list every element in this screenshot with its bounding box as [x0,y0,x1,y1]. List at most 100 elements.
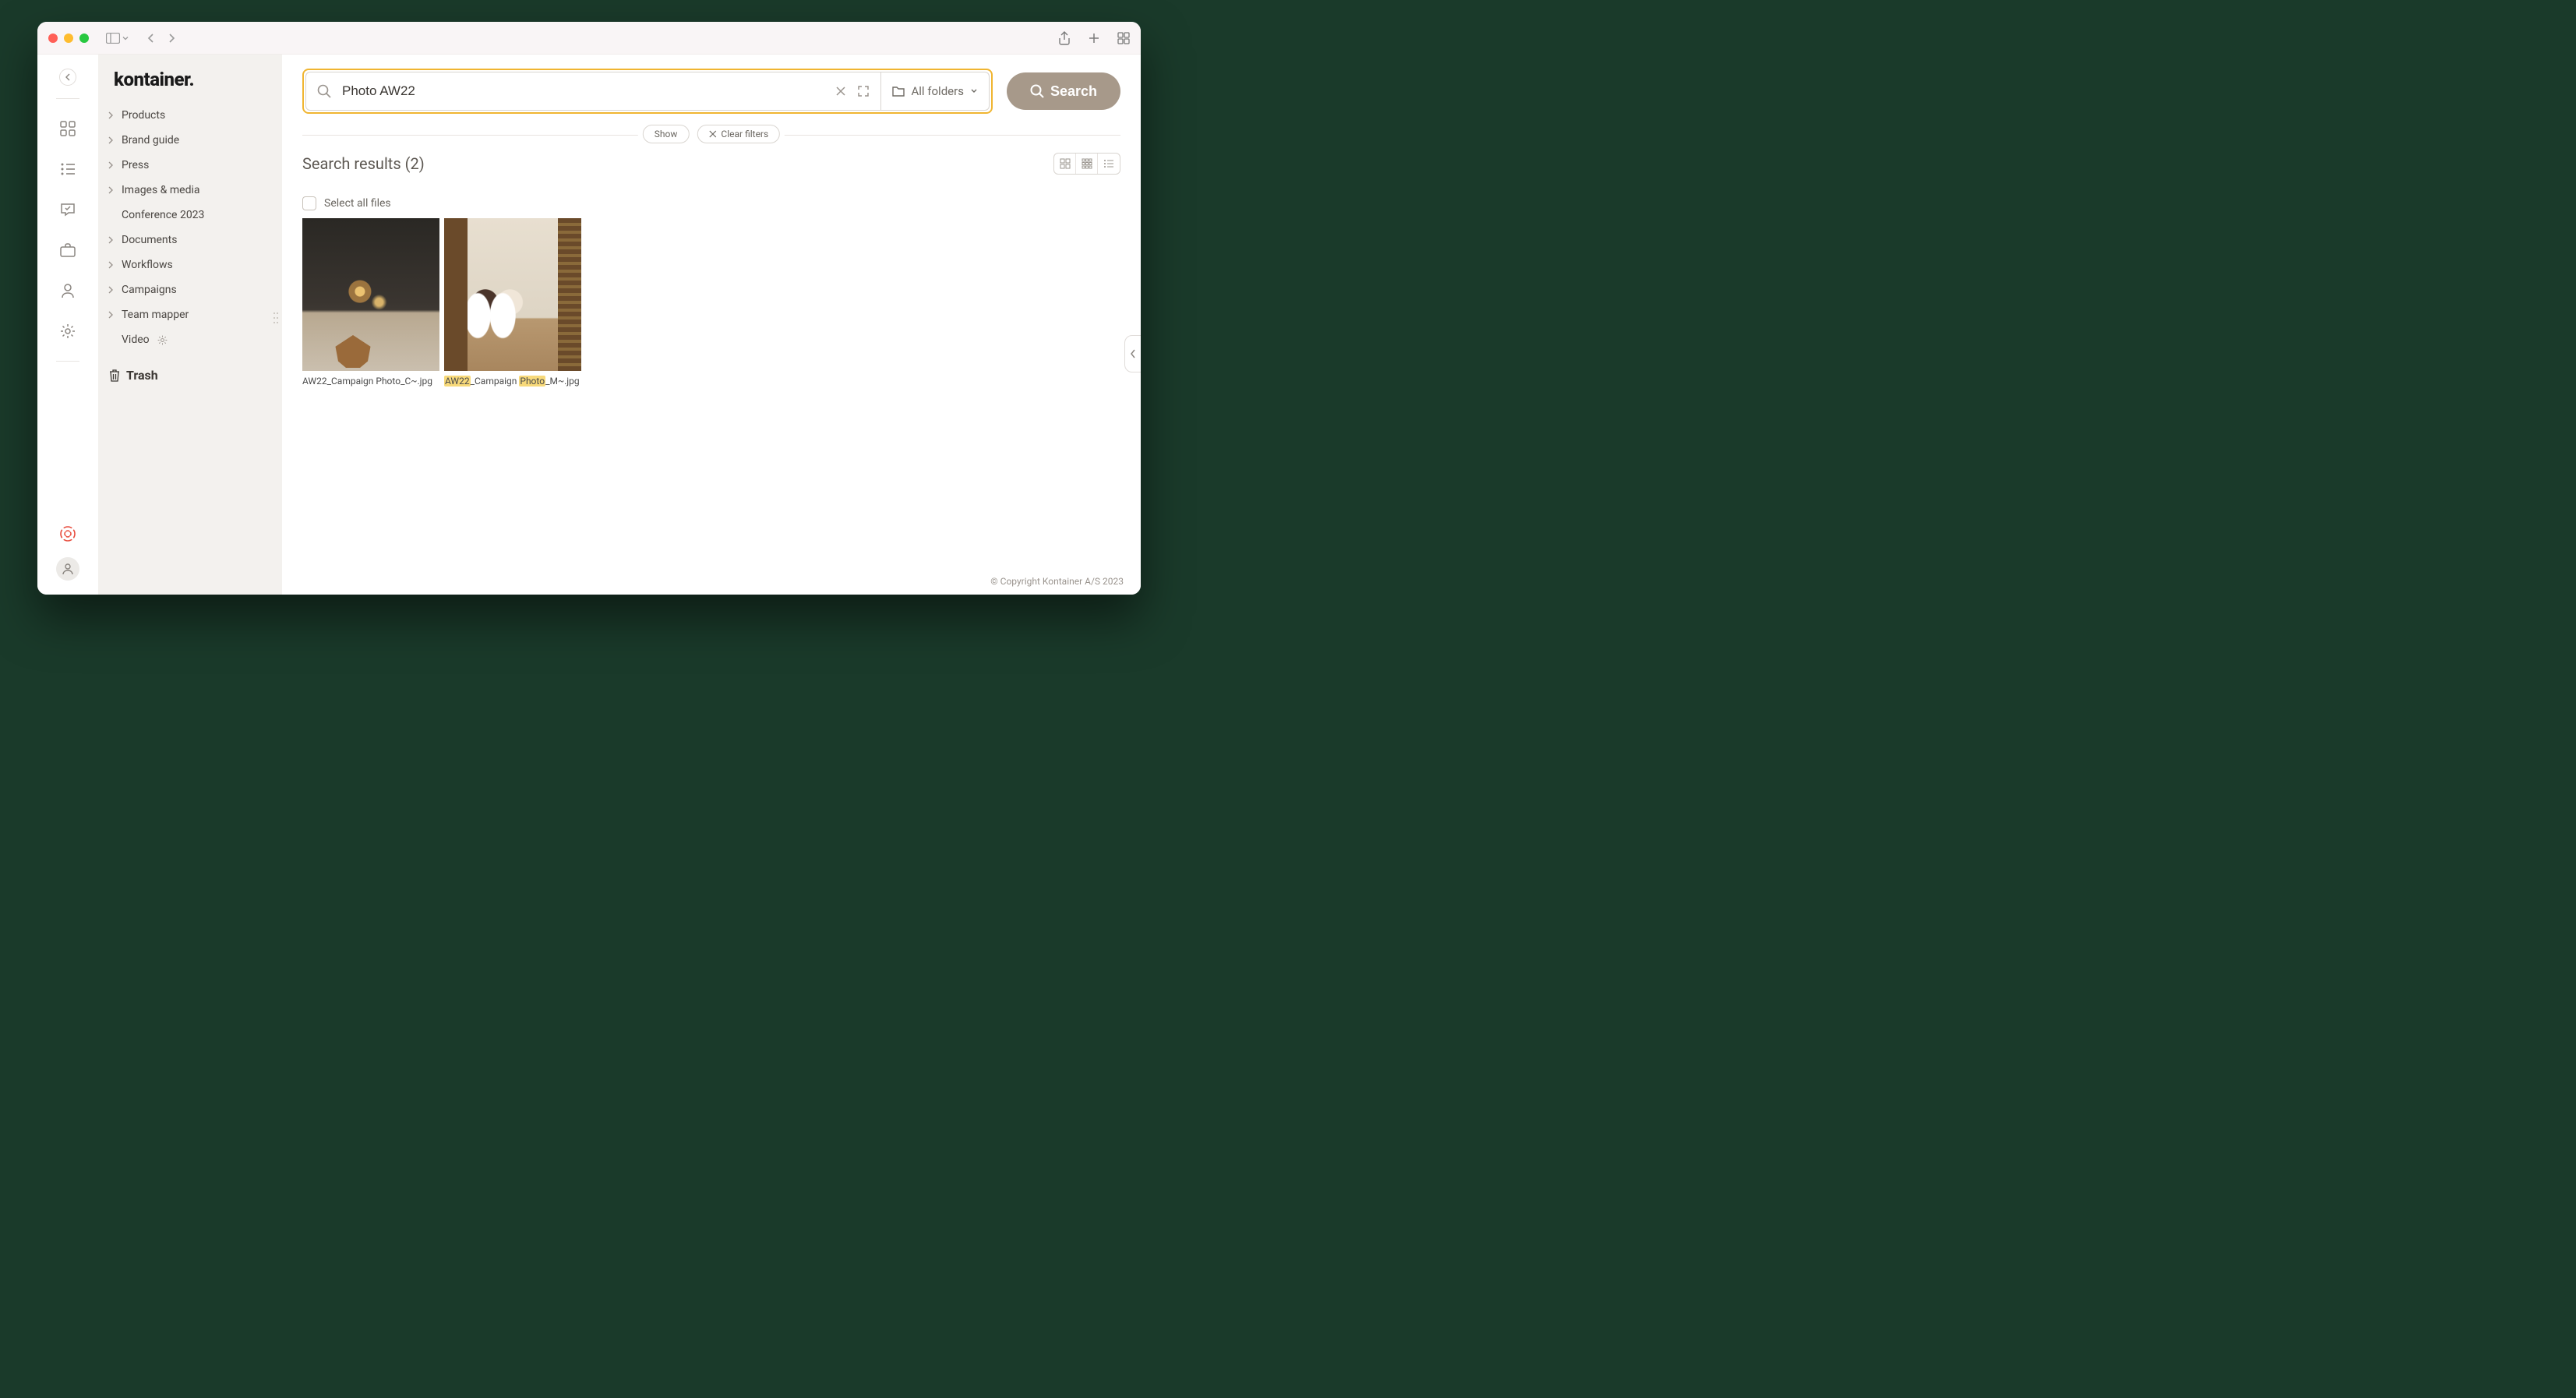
chevron-right-icon [108,186,114,194]
new-tab-button[interactable] [1088,32,1100,44]
gear-icon [157,335,168,345]
folder-scope-label: All folders [911,84,963,98]
minimize-window-button[interactable] [64,34,73,43]
search-container: All folders [305,72,990,111]
rail-dashboard-button[interactable] [51,111,85,146]
chevron-right-icon [108,111,114,119]
search-button-label: Search [1050,83,1097,100]
close-icon [708,130,716,138]
user-icon [62,563,73,575]
lifebuoy-icon [60,526,76,542]
rail-profile-button[interactable] [56,557,79,581]
footer-copyright: © Copyright Kontainer A/S 2023 [990,576,1124,587]
icon-rail [37,55,98,595]
expand-rail-button[interactable] [59,69,76,86]
rail-help-button[interactable] [51,517,85,551]
nav-forward-button[interactable] [167,33,176,44]
results-grid: AW22_Campaign Photo_C~.jpg AW22_Campaign… [282,218,1141,387]
sidebar-item-label: Images & media [122,184,199,196]
app-window: kontainer. Products Brand guide Press Im… [37,22,1141,595]
sidebar-resize-handle[interactable] [273,312,279,324]
main-content: All folders Search Show Clear filt [282,55,1141,595]
close-window-button[interactable] [48,34,58,43]
brand-logo: kontainer. [98,69,282,103]
sidebar-item-press[interactable]: Press [98,153,282,178]
sidebar-item-workflows[interactable]: Workflows [98,252,282,277]
search-input[interactable] [342,83,824,99]
chevron-right-icon [108,236,114,244]
search-bar: All folders Search [282,55,1141,118]
share-button[interactable] [1058,31,1071,45]
search-icon [317,84,331,98]
sidebar-item-label: Products [122,109,165,122]
chevron-right-icon [108,136,114,144]
sidebar-item-label: Team mapper [122,309,189,321]
right-panel-toggle[interactable] [1124,335,1141,372]
sidebar-item-label: Campaigns [122,284,177,296]
nav-back-button[interactable] [146,33,156,44]
filter-strip: Show Clear filters [302,125,1120,147]
trash-icon [109,369,120,382]
chevron-right-icon [108,311,114,319]
file-card[interactable]: AW22_Campaign Photo_C~.jpg [302,218,439,387]
clear-filters-button[interactable]: Clear filters [697,125,780,143]
gear-icon [60,323,76,339]
search-button[interactable]: Search [1007,72,1120,110]
maximize-window-button[interactable] [79,34,89,43]
folder-icon [892,86,905,97]
list-icon [60,162,76,176]
window-controls [48,34,89,43]
show-filters-button[interactable]: Show [643,125,690,143]
results-header: Search results (2) [282,147,1141,179]
search-icon [1030,84,1044,98]
folder-scope-select[interactable]: All folders [880,72,988,110]
expand-icon [857,85,870,97]
rail-list-button[interactable] [51,152,85,186]
chevron-left-icon [65,73,71,81]
view-list-button[interactable] [1098,154,1120,174]
view-grid-large-button[interactable] [1076,154,1098,174]
chevron-left-icon [1130,349,1136,358]
toggle-sidebar-button[interactable] [106,33,129,44]
sidebar-item-label: Press [122,159,149,171]
sidebar-trash[interactable]: Trash [98,360,282,390]
file-thumbnail [444,218,581,371]
sidebar-item-conference-2023[interactable]: Conference 2023 [98,203,282,228]
chat-check-icon [60,202,76,217]
sidebar-item-brand-guide[interactable]: Brand guide [98,128,282,153]
rail-approvals-button[interactable] [51,192,85,227]
select-all-checkbox[interactable] [302,196,316,210]
chevron-right-icon [108,261,114,269]
search-highlight: All folders [302,69,993,114]
sidebar-item-images-media[interactable]: Images & media [98,178,282,203]
sidebar-item-team-mapper[interactable]: Team mapper [98,302,282,327]
file-name: AW22_Campaign Photo_M~.jpg [444,371,581,387]
clear-search-button[interactable] [835,86,846,97]
select-all-row: Select all files [282,179,1141,218]
divider [56,98,79,99]
view-grid-small-button[interactable] [1054,154,1076,174]
titlebar-controls [106,33,176,44]
expand-search-button[interactable] [857,85,870,97]
rail-users-button[interactable] [51,274,85,308]
sidebar-item-campaigns[interactable]: Campaigns [98,277,282,302]
close-icon [835,86,846,97]
tabs-overview-button[interactable] [1117,32,1130,44]
trash-label: Trash [126,368,158,383]
grid-large-icon [1082,158,1092,169]
sidebar-item-label: Video [122,334,150,346]
divider [56,361,79,362]
sidebar-item-video[interactable]: Video [98,327,282,352]
rail-jobs-button[interactable] [51,233,85,267]
chevron-down-icon [970,88,978,94]
sidebar-item-products[interactable]: Products [98,103,282,128]
sidebar-item-documents[interactable]: Documents [98,228,282,252]
rail-settings-button[interactable] [51,314,85,348]
file-card[interactable]: AW22_Campaign Photo_M~.jpg [444,218,581,387]
file-name: AW22_Campaign Photo_C~.jpg [302,371,439,387]
file-thumbnail [302,218,439,371]
sidebar-item-label: Workflows [122,259,173,271]
user-icon [61,283,75,298]
grid-small-icon [1060,158,1071,169]
chevron-right-icon [108,286,114,294]
